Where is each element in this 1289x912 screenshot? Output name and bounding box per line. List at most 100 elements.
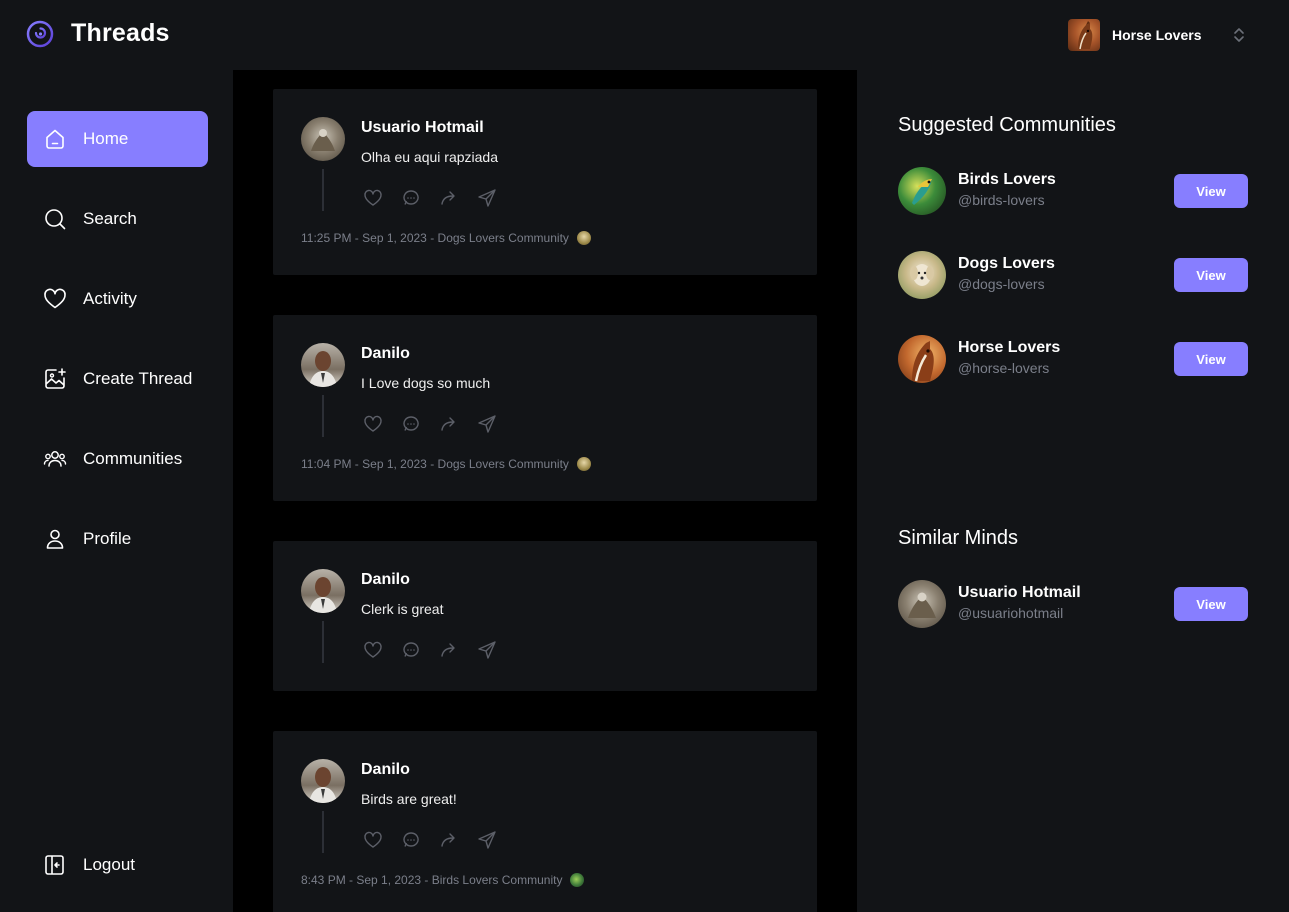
share-icon[interactable] — [477, 414, 497, 434]
reply-icon[interactable] — [401, 640, 421, 660]
thread-text: Olha eu aqui rapziada — [361, 149, 498, 165]
thread-card[interactable]: Danilo Birds are great! 8:43 PM - Sep 1,… — [273, 731, 817, 912]
repost-icon[interactable] — [439, 640, 459, 660]
brand-title[interactable]: Threads — [71, 19, 170, 48]
sidebar-item-label: Communities — [83, 449, 183, 468]
view-community-button[interactable]: View — [1174, 258, 1248, 292]
sidebar-item-activity[interactable]: Activity — [27, 271, 208, 327]
view-user-button[interactable]: View — [1174, 587, 1248, 621]
heart-icon[interactable] — [363, 830, 383, 850]
thread-meta: 11:25 PM - Sep 1, 2023 - Dogs Lovers Com… — [301, 231, 591, 245]
heart-icon[interactable] — [363, 640, 383, 660]
heart-icon — [44, 288, 66, 309]
community-avatar[interactable] — [570, 873, 585, 887]
thread-text: Birds are great! — [361, 791, 457, 807]
author-avatar[interactable] — [301, 569, 345, 613]
sidebar-item-search[interactable]: Search — [27, 191, 208, 247]
right-sidebar: Suggested Communities Birds Lovers @bird… — [857, 70, 1289, 912]
community-avatar[interactable] — [576, 457, 591, 471]
view-community-button[interactable]: View — [1174, 342, 1248, 376]
community-name[interactable]: Dogs Lovers — [958, 255, 1055, 273]
heart-icon[interactable] — [363, 188, 383, 208]
author-avatar[interactable] — [301, 759, 345, 803]
sidebar-item-home[interactable]: Home — [27, 111, 208, 167]
thread-actions — [361, 414, 511, 434]
repost-icon[interactable] — [439, 830, 459, 850]
community-handle: @horse-lovers — [958, 360, 1050, 376]
user-handle: @usuariohotmail — [958, 605, 1064, 621]
sidebar-item-create-thread[interactable]: Create Thread — [27, 351, 208, 407]
profile-icon — [46, 529, 64, 549]
heart-icon[interactable] — [363, 414, 383, 434]
community-avatar[interactable] — [898, 251, 946, 299]
topbar: Threads Horse Lovers — [0, 0, 1289, 70]
thread-text: I Love dogs so much — [361, 375, 491, 391]
user-row: Usuario Hotmail @usuariohotmail View — [898, 580, 1248, 628]
community-row: Dogs Lovers @dogs-lovers View — [898, 251, 1248, 299]
search-icon — [45, 209, 66, 230]
reply-icon[interactable] — [401, 830, 421, 850]
share-icon[interactable] — [477, 188, 497, 208]
reply-icon[interactable] — [401, 414, 421, 434]
community-handle: @dogs-lovers — [958, 276, 1045, 292]
thread-text: Clerk is great — [361, 601, 444, 617]
share-icon[interactable] — [477, 830, 497, 850]
thread-card[interactable]: Danilo I Love dogs so much 11:04 PM - Se… — [273, 315, 817, 501]
suggested-communities-title: Suggested Communities — [898, 114, 1116, 136]
similar-minds-title: Similar Minds — [898, 527, 1019, 549]
sidebar-item-communities[interactable]: Communities — [27, 431, 208, 487]
community-row: Horse Lovers @horse-lovers View — [898, 335, 1248, 383]
thread-timestamp-community: 11:25 PM - Sep 1, 2023 - Dogs Lovers Com… — [301, 231, 569, 245]
community-handle: @birds-lovers — [958, 192, 1045, 208]
thread-card[interactable]: Usuario Hotmail Olha eu aqui rapziada 11… — [273, 89, 817, 275]
author-avatar[interactable] — [301, 343, 345, 387]
organization-switcher[interactable]: Horse Lovers — [1068, 19, 1258, 51]
logout-label: Logout — [83, 855, 135, 874]
community-avatar[interactable] — [898, 335, 946, 383]
sidebar-item-label: Create Thread — [83, 369, 193, 388]
user-name[interactable]: Usuario Hotmail — [958, 584, 1081, 602]
author-avatar[interactable] — [301, 117, 345, 161]
home-icon — [46, 129, 64, 149]
community-avatar[interactable] — [576, 231, 591, 245]
thread-meta: 11:04 PM - Sep 1, 2023 - Dogs Lovers Com… — [301, 457, 591, 471]
threads-logo-icon[interactable] — [26, 20, 54, 48]
community-name[interactable]: Birds Lovers — [958, 171, 1056, 189]
view-community-button[interactable]: View — [1174, 174, 1248, 208]
create-image-icon — [45, 368, 66, 389]
thread-actions — [361, 640, 511, 660]
organization-avatar — [1068, 19, 1100, 51]
communities-icon — [43, 451, 67, 467]
thread-line — [322, 395, 324, 437]
reply-icon[interactable] — [401, 188, 421, 208]
thread-meta: 8:43 PM - Sep 1, 2023 - Birds Lovers Com… — [301, 873, 585, 887]
thread-author[interactable]: Danilo — [361, 345, 410, 363]
thread-line — [322, 621, 324, 663]
share-icon[interactable] — [477, 640, 497, 660]
logout-button[interactable]: Logout — [27, 837, 208, 893]
repost-icon[interactable] — [439, 188, 459, 208]
user-avatar[interactable] — [898, 580, 946, 628]
sidebar-item-label: Home — [83, 129, 129, 148]
community-avatar[interactable] — [898, 167, 946, 215]
thread-card[interactable]: Danilo Clerk is great — [273, 541, 817, 691]
thread-line — [322, 169, 324, 211]
community-row: Birds Lovers @birds-lovers View — [898, 167, 1248, 215]
thread-author[interactable]: Danilo — [361, 571, 410, 589]
thread-line — [322, 811, 324, 853]
sidebar-item-label: Profile — [83, 529, 132, 548]
thread-actions — [361, 188, 511, 208]
sidebar-item-label: Activity — [83, 289, 137, 308]
organization-name: Horse Lovers — [1112, 27, 1202, 43]
thread-feed: Usuario Hotmail Olha eu aqui rapziada 11… — [233, 70, 857, 912]
community-name[interactable]: Horse Lovers — [958, 339, 1060, 357]
thread-author[interactable]: Danilo — [361, 761, 410, 779]
sidebar-item-profile[interactable]: Profile — [27, 511, 208, 567]
left-sidebar: Home Search Activity Create Thread Commu… — [0, 70, 233, 912]
repost-icon[interactable] — [439, 414, 459, 434]
thread-actions — [361, 830, 511, 850]
chevron-updown-icon[interactable] — [1232, 25, 1246, 45]
thread-author[interactable]: Usuario Hotmail — [361, 119, 484, 137]
logout-icon — [45, 855, 64, 875]
thread-timestamp-community: 11:04 PM - Sep 1, 2023 - Dogs Lovers Com… — [301, 457, 569, 471]
